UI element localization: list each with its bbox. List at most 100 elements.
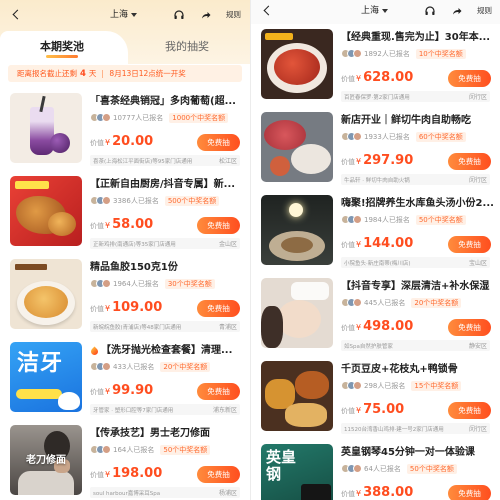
prize-list[interactable]: 【经典重现.售完为止】30年本... 1892人已报名 10个中奖名额 价值 ¥… [251,24,500,500]
price-amount: 144.00 [363,236,414,251]
prize-photo [261,278,333,348]
prize-item[interactable]: 洁牙 【洗牙抛光检查套餐】清理... 433人已报名 20个中奖名额 价值 ¥ … [0,337,250,420]
prize-value: 价值 ¥ 198.00 [90,466,162,483]
price-amount: 109.00 [112,300,163,315]
free-draw-button[interactable]: 免费抽 [448,236,491,253]
participant-avatars [90,279,111,288]
prize-list[interactable]: 「喜茶经典销冠」多肉葡萄(超... 10777人已报名 1000个中奖名额 价值… [0,88,250,500]
participant-avatars [341,464,362,473]
prize-title: 嗨聚!招牌养生水库鱼头汤小份2... [341,198,494,209]
prize-meta: 1984人已报名 50个中奖名额 [341,214,494,225]
price-amount: 388.00 [363,485,414,500]
city-selector[interactable]: 上海 [110,9,138,21]
prize-value: 价值 ¥ 498.00 [341,319,413,336]
store-name: 小院鱼头·新庄南蒂(梅川店) [344,260,411,267]
price-amount: 20.00 [112,134,154,149]
prize-item[interactable]: 【正新自由厨房/抖音专属】新... 3386人已报名 500个中奖名额 价值 ¥… [0,171,250,254]
free-draw-button[interactable]: 免费抽 [197,466,240,483]
participant-count: 1984人已报名 [364,215,410,224]
prize-image-caption: 英皇钢 [266,448,297,483]
prize-title-row: 精品鱼胶150克1份 [90,261,244,274]
free-draw-button[interactable]: 免费抽 [197,383,240,400]
rules-link[interactable]: 规则 [226,10,241,20]
fire-icon [90,346,100,357]
participant-avatars [90,362,111,371]
participant-avatars [90,196,111,205]
rules-link[interactable]: 规则 [477,6,492,16]
prize-meta: 433人已报名 20个中奖名额 [90,361,244,372]
prize-image [10,259,82,329]
winner-quota-badge: 500个中奖名额 [164,195,220,206]
free-draw-button[interactable]: 免费抽 [197,217,240,234]
prize-item[interactable]: 【抖音专享】深层清洁+补水保湿 445人已报名 20个中奖名额 价值 ¥ 498… [251,273,500,356]
prize-item[interactable]: 英皇钢 英皇钢琴45分钟一对一体验课 64人已报名 50个中奖名额 价值 ¥ 3… [251,439,500,500]
prize-title: 精品鱼胶150克1份 [90,262,178,273]
prize-item[interactable]: 精品鱼胶150克1份 1964人已报名 30个中奖名额 价值 ¥ 109.00 … [0,254,250,337]
free-draw-button[interactable]: 免费抽 [448,402,491,419]
winner-quota-badge: 10个中奖名额 [415,48,466,59]
store-name: 百匠春保罗·第2家门店通用 [344,94,410,101]
participant-count: 298人已报名 [364,381,406,390]
prize-meta: 64人已报名 50个中奖名额 [341,463,494,474]
prize-title-row: 「喜茶经典销冠」多肉葡萄(超... [90,95,244,108]
winner-quota-badge: 60个中奖名额 [415,131,466,142]
currency-symbol: ¥ [105,138,111,147]
prize-image: 英皇钢 [261,444,333,500]
screen-prize-list-scrolled: 上海 规则 【经典重现.售完为止】30年本... 1892人已报名 10个中奖名… [250,0,500,500]
prize-item[interactable]: 千页豆皮+花枝丸+鸭锁骨 298人已报名 15个中奖名额 价值 ¥ 75.00 … [251,356,500,439]
active-tab-indicator [46,55,78,58]
headphones-icon[interactable] [173,9,185,21]
top-bar: 上海 规则 [251,0,500,26]
free-draw-button[interactable]: 免费抽 [448,485,491,500]
currency-symbol: ¥ [105,387,111,396]
prize-title-row: 【抖音专享】深层清洁+补水保湿 [341,280,494,293]
prize-image-caption: 洁牙 [17,351,64,376]
store-name: 牛品轩 · 鲜切牛肉自助火锅 [344,177,410,184]
prize-item[interactable]: 嗨聚!招牌养生水库鱼头汤小份2... 1984人已报名 50个中奖名额 价值 ¥… [251,190,500,273]
value-label: 价值 [341,407,355,415]
prize-item[interactable]: 老刀修面 【传承技艺】男士老刀修面 164人已报名 50个中奖名额 价值 ¥ 1… [0,420,250,500]
top-bar: 上海 规则 [0,0,250,30]
participant-count: 164人已报名 [113,445,155,454]
participant-count: 64人已报名 [364,464,401,473]
free-draw-button[interactable]: 免费抽 [197,300,240,317]
prize-photo [261,112,333,182]
headphones-icon[interactable] [424,5,436,17]
value-label: 价值 [90,305,104,313]
district-label: 青浦区 [218,324,237,331]
prize-title-row: 千页豆皮+花枝丸+鸭锁骨 [341,363,494,376]
prize-item[interactable]: 【经典重现.售完为止】30年本... 1892人已报名 10个中奖名额 价值 ¥… [251,24,500,107]
city-selector[interactable]: 上海 [361,5,389,17]
prize-title-row: 【经典重现.售完为止】30年本... [341,31,494,44]
prize-title-row: 新店开业｜鲜切牛肉自助畅吃 [341,114,494,127]
chevron-left-icon[interactable] [12,9,23,20]
winner-quota-badge: 30个中奖名额 [164,278,215,289]
chevron-left-icon[interactable] [263,5,274,16]
currency-symbol: ¥ [356,323,362,332]
district-label: 金山区 [218,241,237,248]
tab-current-pool[interactable]: 本期奖池 [40,40,84,53]
days-unit: 天 [88,69,97,78]
participant-avatars [90,445,111,454]
free-draw-button[interactable]: 免费抽 [448,70,491,87]
prize-value: 价值 ¥ 109.00 [90,300,162,317]
share-icon[interactable] [451,5,463,17]
avatar [102,362,111,371]
price-amount: 297.90 [363,153,414,168]
winner-quota-badge: 15个中奖名额 [411,380,462,391]
prize-value: 价值 ¥ 388.00 [341,485,413,500]
prize-value: 价值 ¥ 75.00 [341,402,404,419]
store-name: 正新鸡排(南通店)等35家门店通用 [93,241,176,248]
free-draw-button[interactable]: 免费抽 [448,153,491,170]
free-draw-button[interactable]: 免费抽 [197,134,240,151]
prize-item[interactable]: 「喜茶经典销冠」多肉葡萄(超... 10777人已报名 1000个中奖名额 价值… [0,88,250,171]
share-icon[interactable] [200,9,212,21]
participant-avatars [341,381,362,390]
prize-item[interactable]: 新店开业｜鲜切牛肉自助畅吃 1933人已报名 60个中奖名额 价值 ¥ 297.… [251,107,500,190]
tab-my-draws[interactable]: 我的抽奖 [165,40,209,53]
value-label: 价值 [90,471,104,479]
participant-count: 433人已报名 [113,362,155,371]
prize-title: 【洗牙抛光检查套餐】清理... [101,345,233,356]
value-label: 价值 [341,324,355,332]
free-draw-button[interactable]: 免费抽 [448,319,491,336]
